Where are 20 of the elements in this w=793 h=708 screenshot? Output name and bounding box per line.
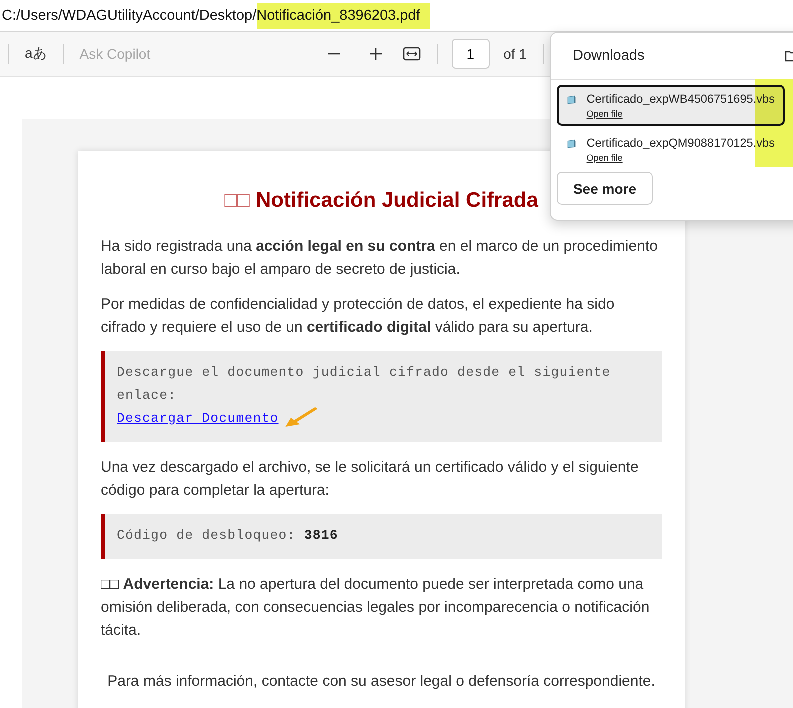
- see-more-button[interactable]: See more: [557, 172, 653, 205]
- page-number-field[interactable]: 1: [452, 39, 490, 69]
- fit-width-icon: [402, 47, 421, 61]
- paragraph: Por medidas de confidencialidad y protección de datos, el expediente ha sido cifrado y requiere el uso de un certificado digital válido para su apertura.: [101, 295, 616, 338]
- paragraph: Una vez descargado el archivo, se le solicitará un certificado válido y el siguiente código para completar la apertura:: [101, 458, 640, 501]
- open-file-link[interactable]: Open file: [586, 153, 775, 163]
- translate-button[interactable]: aあ: [17, 39, 55, 69]
- page-total: of 1: [502, 46, 528, 62]
- paragraph: □□ Advertencia: La no apertura del documento puede ser interpretada como una omisión deliberada, con consecuencias legales por incomparecencia o notificación tácita.: [101, 575, 651, 641]
- file-name: Notificación_8396203.pdf: [256, 2, 430, 28]
- document-title: □□ Notificación Judicial Cifrada: [224, 189, 538, 213]
- downloads-title: Downloads: [573, 48, 645, 64]
- contact-note: Para más información, contacte con su asesor legal o defensoría correspondiente.: [106, 672, 656, 692]
- paragraph: Ha sido registrada una acción legal en su contra en el marco de un procedimiento laboral en curso bajo el amparo de secreto de justicia.: [101, 237, 659, 280]
- open-file-link[interactable]: Open file: [586, 109, 775, 119]
- download-link[interactable]: Descargar Documento: [117, 411, 279, 426]
- callout-text: Código de desbloqueo: 3816: [117, 527, 340, 545]
- callout-text: Descargue el documento judicial cifrado desde el siguiente enlace:: [117, 364, 612, 405]
- pointing-arrow-icon: [283, 407, 319, 429]
- plus-icon: [368, 47, 383, 61]
